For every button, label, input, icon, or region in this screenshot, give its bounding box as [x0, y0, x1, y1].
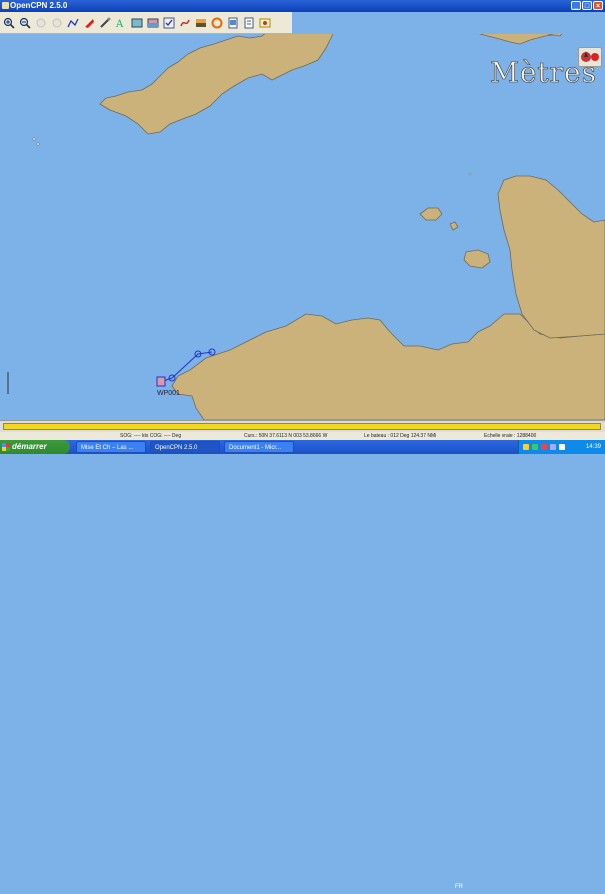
chart-stack-icon[interactable] — [130, 16, 144, 30]
compass-widget[interactable] — [578, 47, 602, 67]
mob-icon[interactable] — [210, 16, 224, 30]
follow-ship-icon[interactable] — [82, 16, 96, 30]
window-controls: _ □ × — [571, 1, 603, 10]
maximize-button[interactable]: □ — [582, 1, 592, 10]
close-button[interactable]: × — [593, 1, 603, 10]
status-bearing: Le bateau : 012 Deg 124.37 NMi — [364, 433, 437, 439]
route-icon[interactable] — [66, 16, 80, 30]
start-label: démarrer — [12, 442, 47, 451]
current-icon[interactable] — [178, 16, 192, 30]
help-icon[interactable] — [226, 16, 240, 30]
zoom-out-icon[interactable] — [18, 16, 32, 30]
title-bar: OpenCPN 2.5.0 _ □ × — [0, 0, 605, 12]
language-indicator[interactable]: FR — [455, 880, 463, 894]
chart-bar-selected[interactable] — [3, 423, 601, 430]
status-cursor-position: Curs.: 50N 37.6113 N 003 53.8666 W — [244, 433, 328, 439]
tray-icon[interactable] — [541, 444, 547, 450]
chart-canvas[interactable]: WP001 Mètres — [0, 34, 605, 420]
settings-icon[interactable] — [98, 16, 112, 30]
clock: 14:39 — [585, 444, 601, 450]
status-scale: Echelle vraie : 1288400 — [484, 433, 537, 439]
main-toolbar: A — [0, 12, 292, 34]
taskbar-item-mise[interactable]: Mise Et Ch – Las ... — [76, 441, 146, 453]
windows-flag-icon — [2, 443, 10, 451]
window-title: OpenCPN 2.5.0 — [10, 1, 68, 10]
taskbar-item-document[interactable]: Document1 - Micr... — [224, 441, 294, 453]
scale-out-icon[interactable] — [50, 16, 64, 30]
taskbar-item-opencpn[interactable]: OpenCPN 2.5.0 — [150, 441, 220, 453]
tide-icon[interactable] — [194, 16, 208, 30]
chart-map: WP001 — [0, 34, 605, 420]
app-icon — [2, 2, 9, 9]
rock-mark — [468, 172, 472, 176]
minimize-button[interactable]: _ — [571, 1, 581, 10]
system-tray: 14:39 — [518, 440, 605, 454]
tray-icon[interactable] — [523, 444, 529, 450]
svg-text:A: A — [115, 19, 124, 29]
tracking-icon[interactable] — [162, 16, 176, 30]
about-icon[interactable] — [258, 16, 272, 30]
rock-mark — [36, 142, 40, 146]
zoom-in-icon[interactable] — [2, 16, 16, 30]
status-sog-cog: SOG: ---- kts COG: ---- Deg — [120, 433, 182, 439]
waypoint-label: WP001 — [157, 390, 180, 397]
tray-icon[interactable] — [559, 444, 565, 450]
start-button[interactable]: démarrer — [0, 440, 70, 454]
print-icon[interactable] — [242, 16, 256, 30]
chart-quilt-icon[interactable] — [146, 16, 160, 30]
status-bar: SOG: ---- kts COG: ---- Deg Curs.: 50N 3… — [0, 432, 605, 440]
tray-icon[interactable] — [532, 444, 538, 450]
scale-in-icon[interactable] — [34, 16, 48, 30]
tray-icon[interactable] — [550, 444, 556, 450]
rock-mark — [32, 137, 36, 141]
taskbar: démarrer Mise Et Ch – Las ... OpenCPN 2.… — [0, 440, 605, 890]
text-icon[interactable]: A — [114, 16, 128, 30]
